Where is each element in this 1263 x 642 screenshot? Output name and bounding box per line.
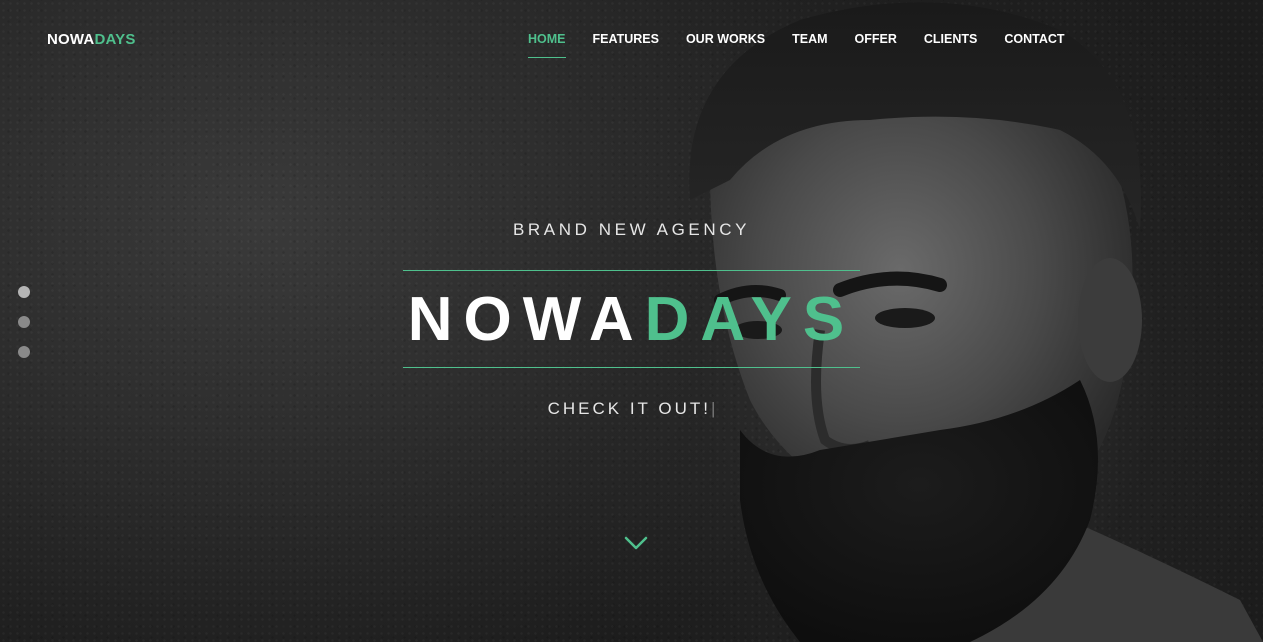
nav-item-features[interactable]: FEATURES xyxy=(593,32,659,58)
brand-logo-part1: NOWA xyxy=(47,31,95,48)
slider-dots xyxy=(18,286,30,358)
brand-logo[interactable]: NOWADAYS xyxy=(47,31,136,48)
hero-title-part2: DAYS xyxy=(644,285,856,354)
brand-logo-part2: DAYS xyxy=(94,31,136,48)
nav-item-clients[interactable]: CLIENTS xyxy=(924,32,977,58)
nav-item-team[interactable]: TEAM xyxy=(792,32,827,58)
slider-dot-2[interactable] xyxy=(18,316,30,328)
nav-item-contact[interactable]: CONTACT xyxy=(1004,32,1064,58)
check-it-out-link[interactable]: CHECK IT OUT!| xyxy=(403,399,860,419)
chevron-down-icon[interactable] xyxy=(623,534,649,552)
hero-tagline: BRAND NEW AGENCY xyxy=(512,220,751,239)
slider-dot-1[interactable] xyxy=(18,286,30,298)
nav-item-home[interactable]: HOME xyxy=(528,32,566,58)
cta-label: CHECK IT OUT! xyxy=(547,399,711,418)
title-divider-top xyxy=(403,270,860,271)
nav-item-our-works[interactable]: OUR WORKS xyxy=(686,32,765,58)
slider-dot-3[interactable] xyxy=(18,346,30,358)
title-divider-bottom xyxy=(403,367,860,368)
hero-title: NOWADAYS xyxy=(403,284,860,356)
typing-caret: | xyxy=(710,399,716,418)
main-nav: HOME FEATURES OUR WORKS TEAM OFFER CLIEN… xyxy=(528,32,1092,58)
nav-item-offer[interactable]: OFFER xyxy=(855,32,897,58)
hero-title-part1: NOWA xyxy=(407,285,645,354)
hero-section: NOWADAYS HOME FEATURES OUR WORKS TEAM OF… xyxy=(0,0,1263,642)
